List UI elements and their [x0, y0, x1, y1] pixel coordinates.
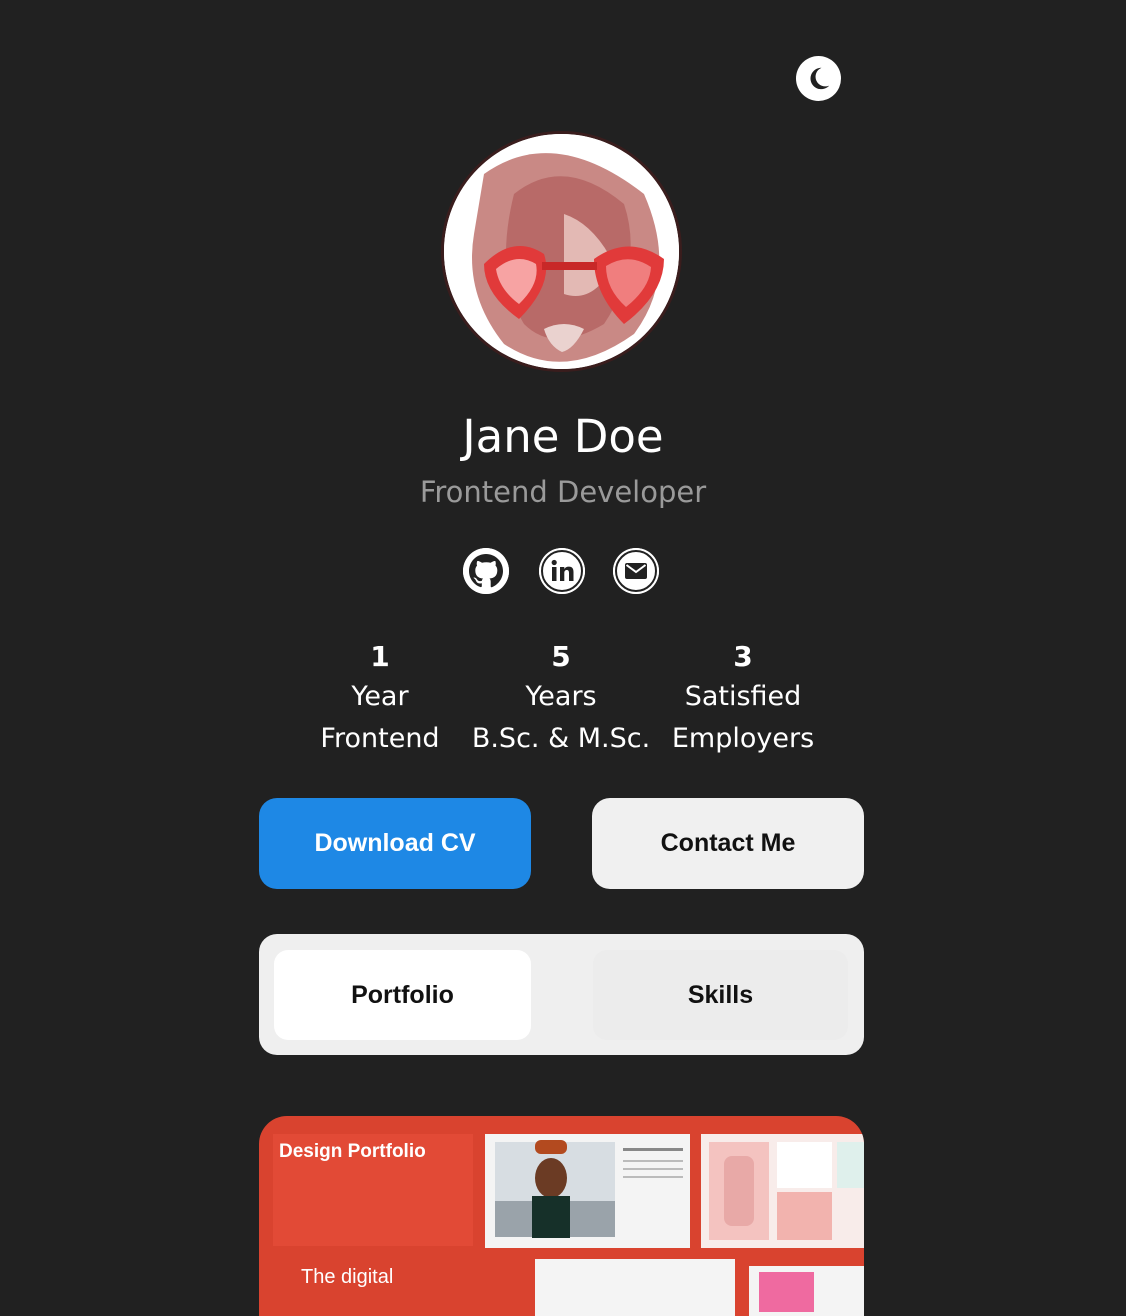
tab-skills[interactable]: Skills [593, 950, 848, 1040]
stat-education: 5 Years B.Sc. & M.Sc. [471, 638, 651, 760]
avatar-image [444, 134, 679, 369]
stat-label-line2: Frontend [320, 723, 440, 754]
mail-icon [613, 548, 659, 594]
portfolio-card-subtitle: The digital [301, 1266, 394, 1288]
section-tabs: Portfolio Skills [259, 934, 864, 1055]
download-cv-button[interactable]: Download CV [259, 798, 531, 889]
tab-portfolio[interactable]: Portfolio [274, 950, 531, 1040]
github-link[interactable] [463, 548, 509, 594]
profile-role: Frontend Developer [419, 475, 707, 509]
portfolio-card[interactable]: Design Portfolio The digital [259, 1116, 864, 1316]
stat-label-line1: Year [351, 681, 409, 712]
stat-label-line2: B.Sc. & M.Sc. [471, 723, 651, 754]
linkedin-icon [539, 548, 585, 594]
stat-label-line1: Satisfied [684, 681, 802, 712]
profile-name: Jane Doe [462, 410, 664, 463]
portfolio-card-title: Design Portfolio [279, 1141, 426, 1162]
email-link[interactable] [613, 548, 659, 594]
contact-me-button[interactable]: Contact Me [592, 798, 864, 889]
github-icon [463, 548, 509, 594]
stat-value: 5 [551, 640, 571, 673]
stat-label-line2: Employers [671, 723, 815, 754]
stat-value: 3 [733, 640, 753, 673]
stat-value: 1 [370, 640, 390, 673]
theme-toggle-button[interactable] [796, 56, 841, 101]
avatar [441, 131, 682, 372]
stat-experience: 1 Year Frontend [290, 638, 470, 760]
stat-label-line1: Years [525, 681, 597, 712]
stat-employers: 3 Satisfied Employers [653, 638, 833, 760]
linkedin-link[interactable] [539, 548, 585, 594]
moon-icon [810, 67, 830, 90]
